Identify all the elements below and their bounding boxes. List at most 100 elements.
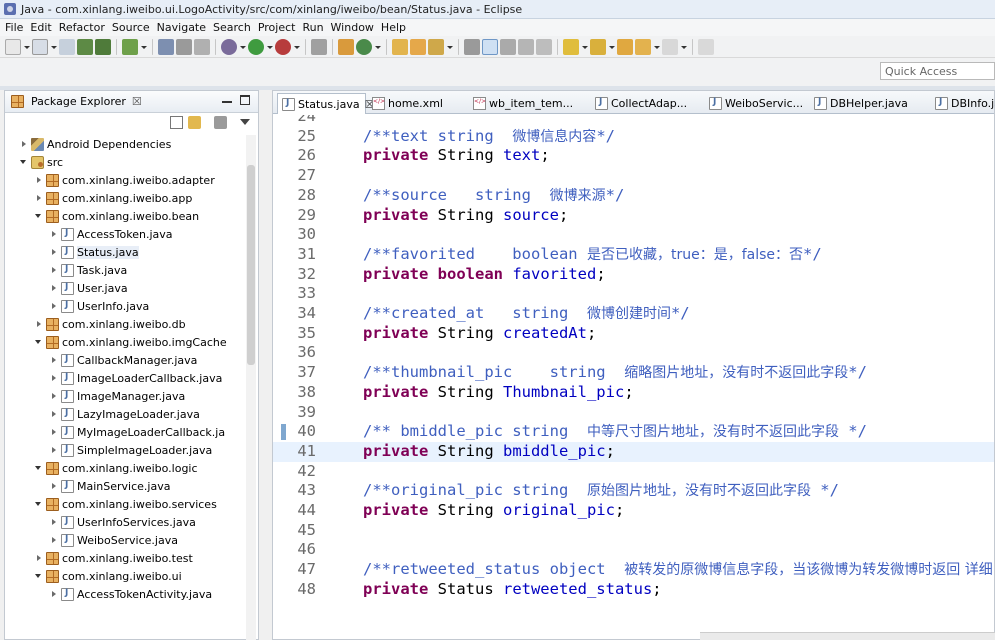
android-sdk-icon[interactable]: [77, 38, 93, 55]
editor-tab[interactable]: wb_item_tem...: [469, 93, 573, 114]
collapsed-arrow-icon[interactable]: [49, 445, 59, 455]
back-icon[interactable]: [635, 38, 651, 55]
debug-icon[interactable]: [221, 38, 237, 55]
tree-item[interactable]: AccessTokenActivity.java: [5, 585, 245, 603]
collapsed-arrow-icon[interactable]: [49, 355, 59, 365]
new-package-icon[interactable]: [338, 38, 354, 55]
forward-dropdown-icon[interactable]: [680, 39, 687, 55]
minimize-icon[interactable]: [222, 97, 232, 103]
expanded-arrow-icon[interactable]: [34, 463, 44, 473]
expanded-arrow-icon[interactable]: [34, 499, 44, 509]
menu-project[interactable]: Project: [257, 21, 302, 34]
screen-capture-icon[interactable]: [194, 38, 210, 55]
open-task-icon[interactable]: [410, 38, 426, 55]
skip-breakpoints-icon[interactable]: [311, 38, 327, 55]
tree-item[interactable]: User.java: [5, 279, 245, 297]
save-icon[interactable]: [32, 38, 48, 55]
collapsed-arrow-icon[interactable]: [49, 427, 59, 437]
collapsed-arrow-icon[interactable]: [49, 283, 59, 293]
show-source-icon[interactable]: [536, 38, 552, 55]
menu-window[interactable]: Window: [330, 21, 380, 34]
view-menu-dropdown-icon[interactable]: [240, 119, 250, 125]
link-with-editor-icon[interactable]: [188, 116, 201, 129]
editor-tab[interactable]: DBHelper.java: [810, 93, 908, 114]
menu-run[interactable]: Run: [301, 21, 329, 34]
toggle-highlight-icon[interactable]: [482, 38, 498, 55]
collapsed-arrow-icon[interactable]: [49, 247, 59, 257]
search-dropdown-icon[interactable]: [446, 39, 453, 55]
ddms-icon[interactable]: [158, 38, 174, 55]
package-explorer-title[interactable]: Package Explorer: [31, 95, 126, 108]
tree-item[interactable]: com.xinlang.iweibo.logic: [5, 459, 245, 477]
previous-annotation-icon[interactable]: [590, 38, 606, 55]
menu-navigate[interactable]: Navigate: [156, 21, 212, 34]
tree-item[interactable]: MainService.java: [5, 477, 245, 495]
expanded-arrow-icon[interactable]: [19, 157, 29, 167]
collapsed-arrow-icon[interactable]: [49, 535, 59, 545]
collapsed-arrow-icon[interactable]: [34, 193, 44, 203]
tree-item[interactable]: com.xinlang.iweibo.test: [5, 549, 245, 567]
search-icon[interactable]: [428, 38, 444, 55]
collapsed-arrow-icon[interactable]: [49, 481, 59, 491]
collapsed-arrow-icon[interactable]: [34, 319, 44, 329]
tree-item[interactable]: com.xinlang.iweibo.adapter: [5, 171, 245, 189]
collapsed-arrow-icon[interactable]: [49, 301, 59, 311]
tree-item[interactable]: ImageLoaderCallback.java: [5, 369, 245, 387]
previous-annotation-dropdown-icon[interactable]: [608, 39, 615, 55]
editor-tab[interactable]: home.xml: [368, 93, 466, 114]
collapsed-arrow-icon[interactable]: [34, 553, 44, 563]
maximize-icon[interactable]: [240, 95, 250, 105]
tree-item[interactable]: UserInfoServices.java: [5, 513, 245, 531]
lint-check-icon[interactable]: [122, 38, 138, 55]
run-dropdown-icon[interactable]: [266, 39, 273, 55]
editor-tab[interactable]: DBInfo.java: [931, 93, 995, 114]
save-dropdown-icon[interactable]: [50, 39, 57, 55]
view-menu-icon[interactable]: [214, 116, 227, 129]
tree-item[interactable]: com.xinlang.iweibo.bean: [5, 207, 245, 225]
collapsed-arrow-icon[interactable]: [49, 517, 59, 527]
code-editor[interactable]: 24 25/**text string 微博信息内容*/26 private Str…: [273, 115, 994, 639]
collapsed-arrow-icon[interactable]: [49, 409, 59, 419]
new-icon[interactable]: [5, 38, 21, 55]
collapsed-arrow-icon[interactable]: [49, 589, 59, 599]
tree-item[interactable]: Task.java: [5, 261, 245, 279]
new-class-icon[interactable]: [356, 38, 372, 55]
external-tools-icon[interactable]: [275, 38, 291, 55]
collapsed-arrow-icon[interactable]: [34, 175, 44, 185]
menu-source[interactable]: Source: [111, 21, 156, 34]
toggle-mark-icon[interactable]: [464, 38, 480, 55]
collapsed-arrow-icon[interactable]: [19, 139, 29, 149]
android-avd-icon[interactable]: [95, 38, 111, 55]
tree-item[interactable]: WeiboService.java: [5, 531, 245, 549]
tree-item[interactable]: com.xinlang.iweibo.ui: [5, 567, 245, 585]
open-type-icon[interactable]: [392, 38, 408, 55]
collapsed-arrow-icon[interactable]: [49, 391, 59, 401]
pin-editor-icon[interactable]: [698, 38, 714, 55]
layout-icon[interactable]: [176, 38, 192, 55]
tree-item[interactable]: SimpleImageLoader.java: [5, 441, 245, 459]
editor-tab[interactable]: WeiboServic...: [705, 93, 803, 114]
editor-tab[interactable]: Status.java☒: [277, 93, 374, 114]
expanded-arrow-icon[interactable]: [34, 571, 44, 581]
tree-item[interactable]: com.xinlang.iweibo.app: [5, 189, 245, 207]
expanded-arrow-icon[interactable]: [34, 337, 44, 347]
menu-help[interactable]: Help: [380, 21, 412, 34]
tree-item[interactable]: com.xinlang.iweibo.services: [5, 495, 245, 513]
last-edit-location-icon[interactable]: [617, 38, 633, 55]
next-annotation-icon[interactable]: [563, 38, 579, 55]
back-dropdown-icon[interactable]: [653, 39, 660, 55]
menu-search[interactable]: Search: [212, 21, 257, 34]
tree-item[interactable]: com.xinlang.iweibo.imgCache: [5, 333, 245, 351]
tree-scrollbar[interactable]: [246, 135, 256, 640]
tree-item[interactable]: UserInfo.java: [5, 297, 245, 315]
menu-edit[interactable]: Edit: [29, 21, 57, 34]
quick-access-input[interactable]: Quick Access: [880, 62, 995, 80]
run-icon[interactable]: [248, 38, 264, 55]
debug-dropdown-icon[interactable]: [239, 39, 246, 55]
collapse-all-icon[interactable]: [170, 116, 183, 129]
menu-refactor[interactable]: Refactor: [58, 21, 111, 34]
collapsed-arrow-icon[interactable]: [49, 265, 59, 275]
show-whitespace-icon[interactable]: [500, 38, 516, 55]
tree-item[interactable]: CallbackManager.java: [5, 351, 245, 369]
expanded-arrow-icon[interactable]: [34, 211, 44, 221]
